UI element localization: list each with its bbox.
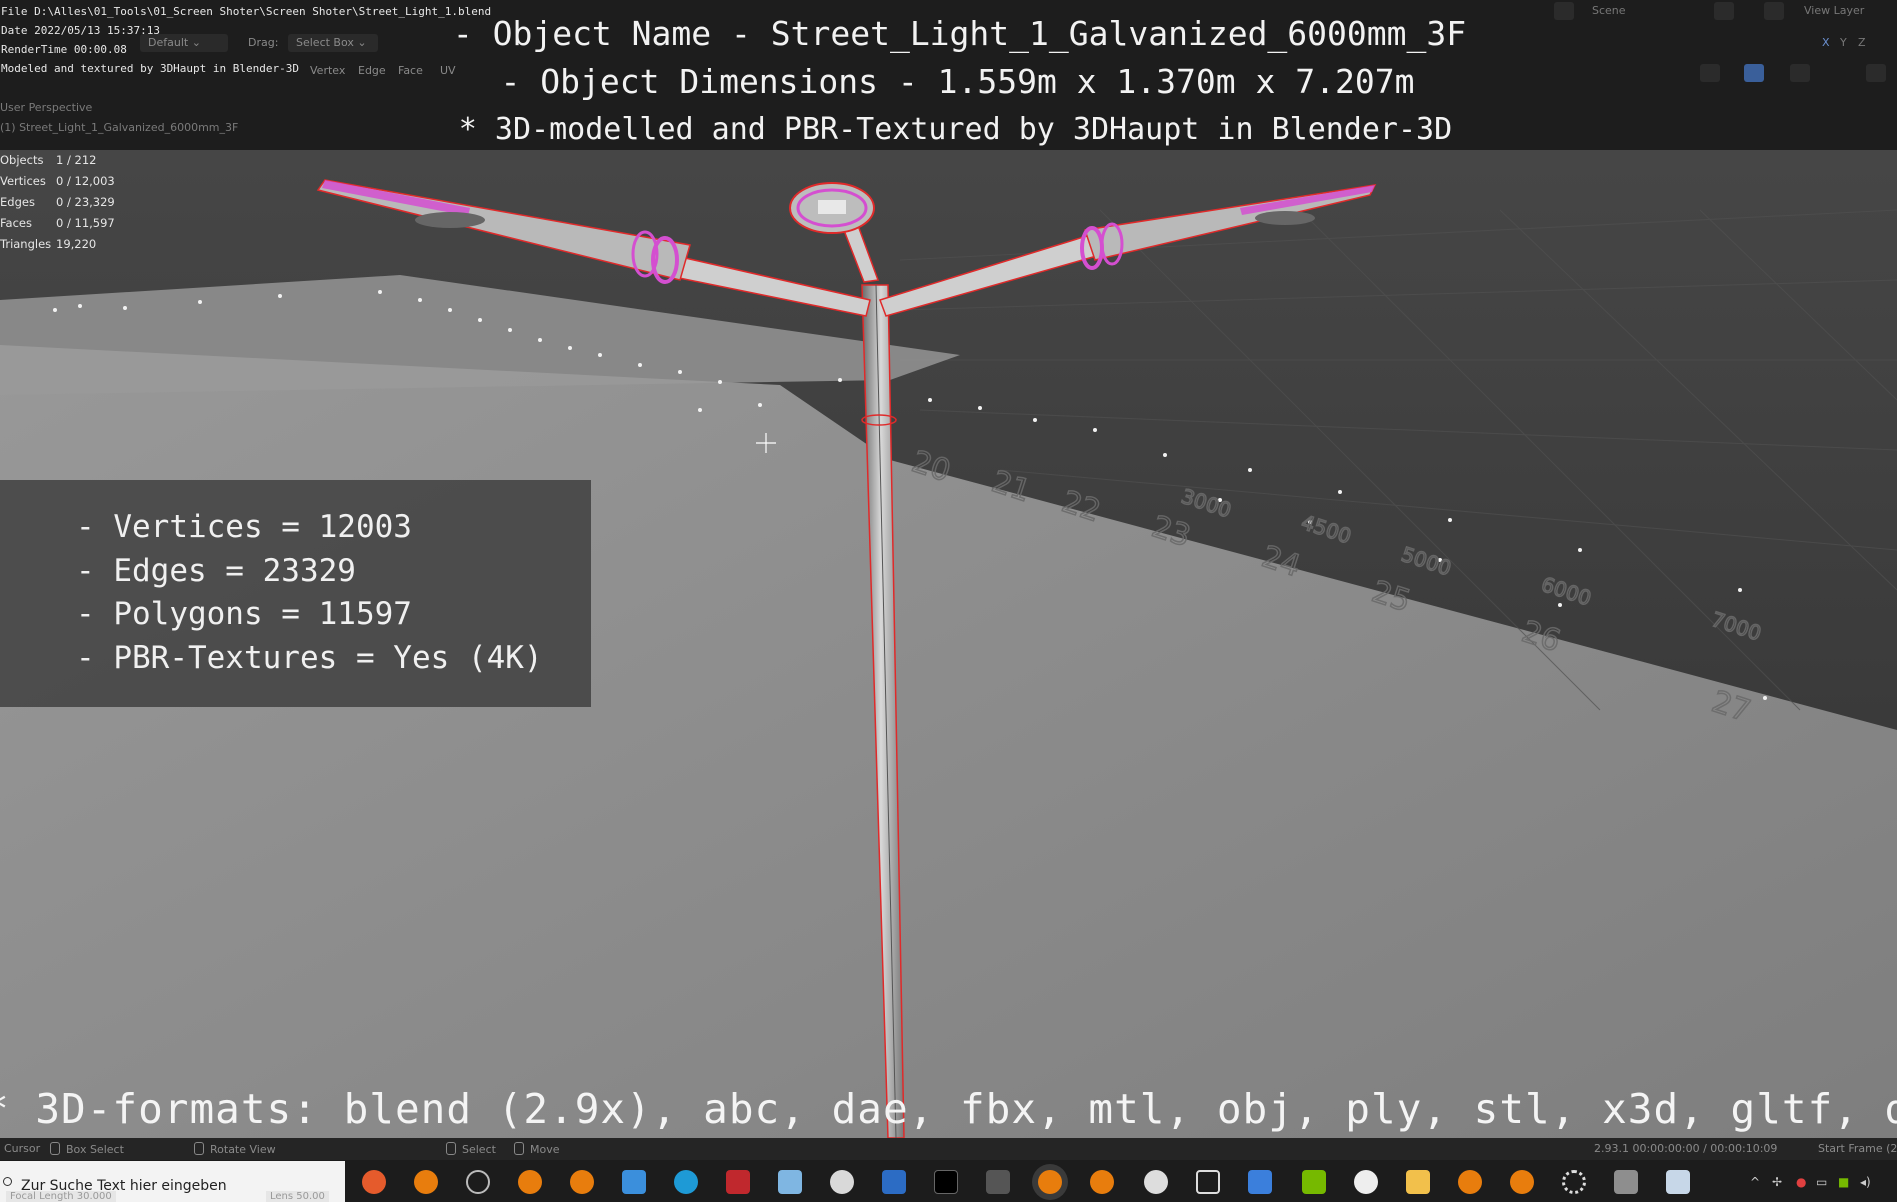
- stat-row: Vertices 0 / 12,003: [0, 171, 115, 192]
- status-rotate-label: Rotate View: [210, 1143, 276, 1156]
- status-box-select-label: Box Select: [66, 1143, 124, 1156]
- info-vertices: - Vertices = 12003: [76, 509, 412, 545]
- stat-value: 0 / 23,329: [56, 195, 115, 209]
- stat-value: 19,220: [56, 237, 97, 251]
- stat-label: Vertices: [0, 174, 46, 188]
- stat-row: Edges 0 / 23,329: [0, 192, 115, 213]
- blender-icon[interactable]: [518, 1170, 542, 1194]
- object-name-line: - Object Name - Street_Light_1_Galvanize…: [452, 14, 1467, 53]
- calendar-icon[interactable]: [1248, 1170, 1272, 1194]
- gear-icon[interactable]: [1562, 1170, 1586, 1194]
- info-edges: - Edges = 23329: [76, 552, 356, 589]
- scene-statistics: Objects 1 / 212 Vertices 0 / 12,003 Edges 0…: [0, 150, 115, 255]
- formats-text: * 3D-formats: blend (2.9x), abc, dae, fb…: [0, 1085, 1897, 1133]
- tool-icon[interactable]: [986, 1170, 1010, 1194]
- stat-value: 0 / 12,003: [56, 174, 115, 188]
- stat-label: Edges: [0, 195, 35, 209]
- status-bar: Cursor Box Select Rotate View Select Mov…: [0, 1138, 1897, 1160]
- steam-icon[interactable]: [466, 1170, 490, 1194]
- edge-icon[interactable]: [674, 1170, 698, 1194]
- ghost-lens: Lens 50.00: [266, 1191, 329, 1202]
- screenshot-icon[interactable]: [1666, 1170, 1690, 1194]
- status-cursor: Cursor: [4, 1142, 41, 1155]
- status-start-frame: Start Frame (2: [1818, 1142, 1897, 1155]
- mouse-left-icon: [50, 1142, 60, 1155]
- blender-icon[interactable]: [1458, 1170, 1482, 1194]
- perspective-label: User Perspective: [0, 101, 93, 114]
- blender-icon[interactable]: [1090, 1170, 1114, 1194]
- modelled-by-line: * 3D-modelled and PBR-Textured by 3DHaup…: [458, 112, 1453, 147]
- davinci-icon[interactable]: [1354, 1170, 1378, 1194]
- formats-banner: * 3D-formats: blend (2.9x), abc, dae, fb…: [0, 1085, 1897, 1133]
- status-move-label: Move: [530, 1143, 560, 1156]
- blender-active-icon[interactable]: [1038, 1170, 1062, 1194]
- active-object-label: (1) Street_Light_1_Galvanized_6000mm_3F: [0, 121, 239, 134]
- tray-volume-icon[interactable]: ◂): [1860, 1175, 1871, 1189]
- stat-value: 1 / 212: [56, 153, 97, 167]
- paint-icon[interactable]: [830, 1170, 854, 1194]
- view-info: User Perspective (1) Street_Light_1_Galv…: [0, 98, 238, 138]
- status-box-select: Box Select: [50, 1142, 124, 1156]
- tray-nvidia-icon[interactable]: ■: [1838, 1175, 1849, 1189]
- folder-icon[interactable]: [1406, 1170, 1430, 1194]
- info-polygons: - Polygons = 11597: [76, 596, 412, 632]
- status-rotate-view: Rotate View: [194, 1142, 276, 1156]
- stat-label: Triangles: [0, 237, 52, 251]
- tray-battery-icon[interactable]: ▭: [1816, 1175, 1827, 1189]
- mouse-middle-icon: [194, 1142, 204, 1155]
- blender-icon[interactable]: [1510, 1170, 1534, 1194]
- tray-app-icon[interactable]: ●: [1796, 1175, 1806, 1189]
- taskbar-search[interactable]: Zur Suche Text hier eingeben Focal Lengt…: [0, 1161, 345, 1202]
- stat-value: 0 / 11,597: [56, 216, 115, 230]
- stat-row: Triangles 19,220: [0, 234, 115, 255]
- ghost-focal-length: Focal Length 30.000: [6, 1191, 116, 1202]
- object-dimensions-line: - Object Dimensions - 1.559m x 1.370m x …: [500, 62, 1415, 101]
- stat-label: Faces: [0, 216, 32, 230]
- tray-chevron-icon[interactable]: ^: [1750, 1175, 1760, 1189]
- status-version: 2.93.1 00:00:00:00 / 00:00:10:09: [1594, 1142, 1778, 1155]
- stat-label: Objects: [0, 153, 44, 167]
- blender-icon[interactable]: [414, 1170, 438, 1194]
- mouse-right-icon: [514, 1142, 524, 1155]
- nvidia-icon[interactable]: [1302, 1170, 1326, 1194]
- info-textures: - PBR-Textures = Yes (4K): [76, 639, 543, 676]
- search-icon: [3, 1177, 12, 1186]
- status-move: Move: [514, 1142, 560, 1156]
- blender-icon[interactable]: [570, 1170, 594, 1194]
- status-select: Select: [446, 1142, 496, 1156]
- windows-taskbar: Zur Suche Text hier eingeben Focal Lengt…: [0, 1160, 1897, 1202]
- stat-row: Faces 0 / 11,597: [0, 213, 115, 234]
- panda-icon[interactable]: [1144, 1170, 1168, 1194]
- cube-icon[interactable]: [1196, 1170, 1220, 1194]
- status-select-label: Select: [462, 1143, 496, 1156]
- mouse-left-icon: [446, 1142, 456, 1155]
- app-icon[interactable]: [1614, 1170, 1638, 1194]
- notes-icon[interactable]: [778, 1170, 802, 1194]
- terminal-icon[interactable]: [934, 1170, 958, 1194]
- mail-icon[interactable]: [622, 1170, 646, 1194]
- stat-row: Objects 1 / 212: [0, 150, 115, 171]
- firefox-icon[interactable]: [362, 1170, 386, 1194]
- mesh-info-box: - Vertices = 12003 - Edges = 23329 - Pol…: [0, 480, 591, 707]
- tray-network-icon[interactable]: ✢: [1772, 1175, 1782, 1189]
- acrobat-icon[interactable]: [726, 1170, 750, 1194]
- chat-icon[interactable]: [882, 1170, 906, 1194]
- overlay-title: - Object Name - Street_Light_1_Galvanize…: [0, 10, 1897, 154]
